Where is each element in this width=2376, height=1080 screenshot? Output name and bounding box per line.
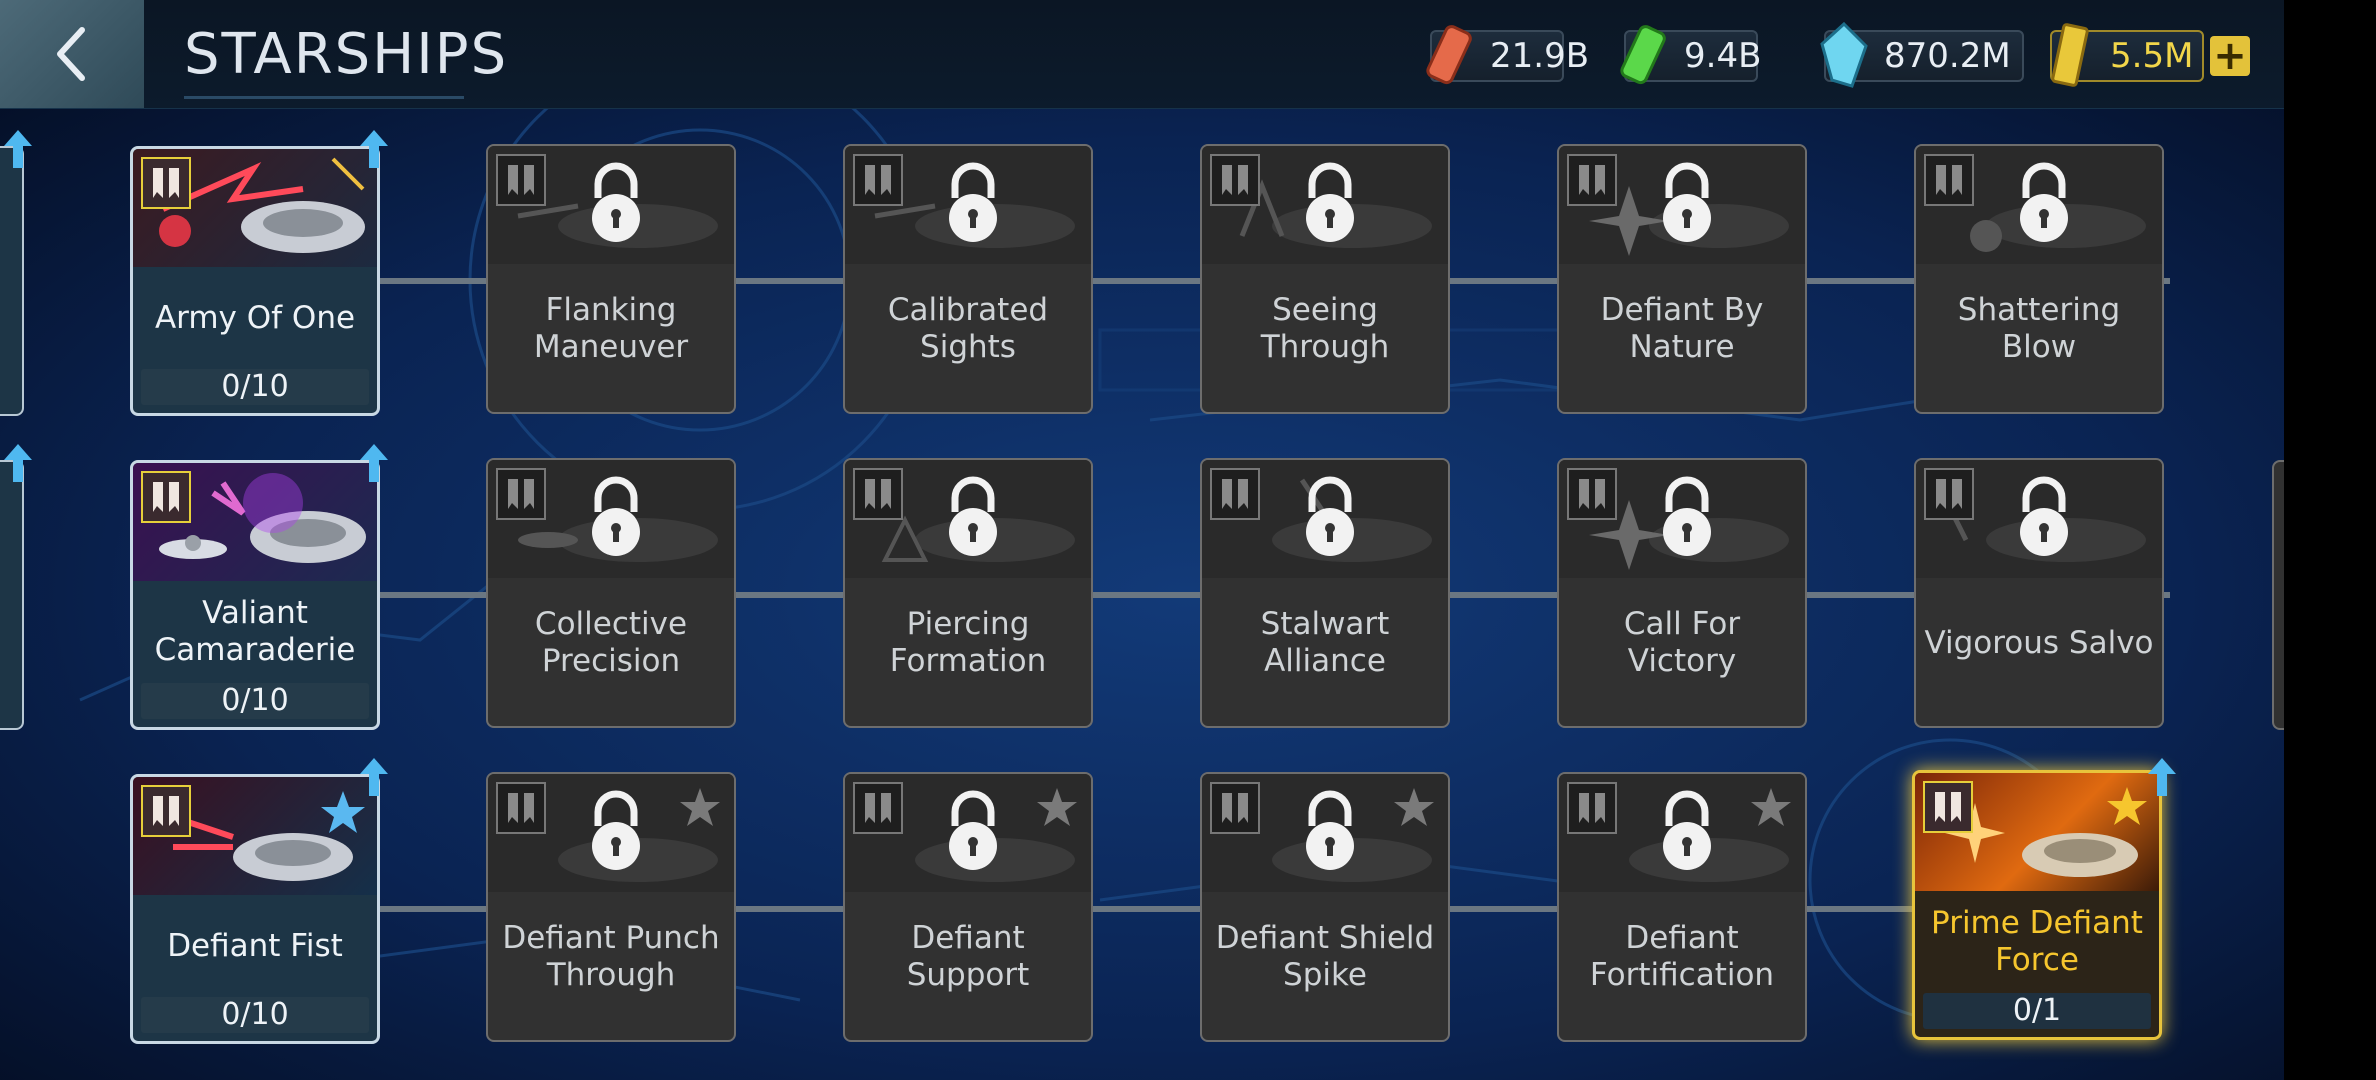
ability-card-valiant-camaraderie[interactable]: Valiant Camaraderie 0/10	[130, 460, 380, 730]
title-underline	[184, 96, 464, 99]
ability-name: Defiant Fist	[167, 927, 343, 964]
ability-name: Seeing Through	[1260, 292, 1390, 365]
upgrade-arrow-icon	[2148, 758, 2176, 796]
starfleet-badge-icon	[1567, 468, 1617, 520]
starfleet-badge-icon	[1210, 782, 1260, 834]
ability-name: Defiant Fortification	[1589, 920, 1775, 993]
upgrade-arrow-icon	[360, 758, 388, 796]
ability-card-defiant-by-nature[interactable]: Defiant By Nature	[1557, 144, 1807, 414]
ability-progress: 0/10	[141, 683, 369, 719]
lock-icon	[1306, 790, 1354, 870]
ability-card-army-of-one[interactable]: Army Of One 0/10	[130, 146, 380, 416]
lock-icon	[592, 476, 640, 556]
ability-card-defiant-shield-spike[interactable]: Defiant Shield Spike	[1200, 772, 1450, 1042]
lock-icon	[1663, 162, 1711, 242]
resource-tritanium[interactable]: 9.4B	[1620, 25, 1761, 85]
ability-name: Flanking Maneuver	[533, 292, 689, 365]
ability-progress: 0/10	[141, 997, 369, 1033]
starfleet-badge-icon	[1210, 468, 1260, 520]
lock-icon	[949, 790, 997, 870]
ability-name: Collective Precision	[534, 606, 688, 679]
ability-name: Army Of One	[154, 299, 356, 336]
ability-card-seeing-through[interactable]: Seeing Through	[1200, 144, 1450, 414]
ability-name: Piercing Formation	[889, 606, 1047, 679]
lock-icon	[1306, 162, 1354, 242]
ability-name: Defiant Shield Spike	[1215, 920, 1435, 993]
resource-latinum[interactable]: 5.5M	[2050, 23, 2204, 87]
parsteel-icon	[1426, 25, 1472, 85]
ability-name: Call For Victory	[1623, 606, 1741, 679]
screen-edge	[2284, 0, 2376, 1080]
starfleet-badge-icon	[853, 468, 903, 520]
upgrade-arrow-icon	[360, 444, 388, 482]
ability-progress: 0/10	[141, 369, 369, 405]
starfleet-badge-icon	[853, 782, 903, 834]
edge-card[interactable]	[0, 460, 24, 730]
ability-name: Prime Defiant Force	[1931, 905, 2143, 978]
starfleet-badge-icon	[496, 468, 546, 520]
starfleet-badge-icon	[141, 785, 191, 837]
ability-card-stalwart-alliance[interactable]: Stalwart Alliance	[1200, 458, 1450, 728]
ability-name: Defiant By Nature	[1600, 292, 1764, 365]
ability-card-flanking-maneuver[interactable]: Flanking Maneuver	[486, 144, 736, 414]
ability-name: Defiant Support	[906, 920, 1030, 993]
lock-icon	[949, 162, 997, 242]
ability-card-prime-defiant-force[interactable]: Prime Defiant Force 0/1	[1912, 770, 2162, 1040]
ability-card-defiant-punch-through[interactable]: Defiant Punch Through	[486, 772, 736, 1042]
resource-dilithium[interactable]: 870.2M	[1820, 21, 2024, 88]
back-button[interactable]	[0, 0, 144, 108]
ability-progress: 0/1	[1923, 993, 2151, 1029]
upgrade-arrow-icon	[360, 130, 388, 168]
ability-name: Valiant Camaraderie	[154, 595, 356, 668]
ability-name: Vigorous Salvo	[1924, 624, 2154, 661]
edge-card[interactable]	[0, 146, 24, 416]
lock-icon	[2020, 476, 2068, 556]
lock-icon	[1663, 790, 1711, 870]
chevron-left-icon	[57, 27, 85, 81]
lock-icon	[1306, 476, 1354, 556]
lock-icon	[949, 476, 997, 556]
starfleet-badge-icon	[1210, 154, 1260, 206]
resource-parsteel[interactable]: 21.9B	[1426, 25, 1589, 85]
upgrade-arrow-icon	[4, 130, 32, 168]
ability-card-defiant-fist[interactable]: Defiant Fist 0/10	[130, 774, 380, 1044]
page-title: STARSHIPS	[184, 22, 509, 87]
dilithium-icon	[1820, 21, 1868, 88]
add-latinum-button[interactable]: +	[2210, 36, 2250, 76]
ability-name: Defiant Punch Through	[502, 920, 720, 993]
upgrade-arrow-icon	[4, 444, 32, 482]
tritanium-icon	[1620, 25, 1666, 85]
ability-card-defiant-support[interactable]: Defiant Support	[843, 772, 1093, 1042]
ability-card-defiant-fortification[interactable]: Defiant Fortification	[1557, 772, 1807, 1042]
lock-icon	[592, 790, 640, 870]
starfleet-badge-icon	[1924, 468, 1974, 520]
ability-name: Stalwart Alliance	[1260, 606, 1390, 679]
lock-icon	[1663, 476, 1711, 556]
ability-card-calibrated-sights[interactable]: Calibrated Sights	[843, 144, 1093, 414]
starfleet-badge-icon	[853, 154, 903, 206]
top-bar: STARSHIPS 21.9B 9.4B 870.2M 5.5M +	[0, 0, 2284, 109]
starfleet-badge-icon	[1924, 154, 1974, 206]
ability-card-vigorous-salvo[interactable]: Vigorous Salvo	[1914, 458, 2164, 728]
ability-card-piercing-formation[interactable]: Piercing Formation	[843, 458, 1093, 728]
ability-card-shattering-blow[interactable]: Shattering Blow	[1914, 144, 2164, 414]
starfleet-badge-icon	[496, 782, 546, 834]
starfleet-badge-icon	[1567, 782, 1617, 834]
ability-card-call-for-victory[interactable]: Call For Victory	[1557, 458, 1807, 728]
starfleet-badge-icon	[496, 154, 546, 206]
ability-name: Shattering Blow	[1957, 292, 2121, 365]
latinum-icon	[2051, 23, 2089, 87]
starfleet-badge-icon	[141, 471, 191, 523]
lock-icon	[2020, 162, 2068, 242]
ability-card-collective-precision[interactable]: Collective Precision	[486, 458, 736, 728]
ability-name: Calibrated Sights	[887, 292, 1049, 365]
starfleet-badge-icon	[1923, 781, 1973, 833]
starfleet-badge-icon	[1567, 154, 1617, 206]
starfleet-badge-icon	[141, 157, 191, 209]
lock-icon	[592, 162, 640, 242]
